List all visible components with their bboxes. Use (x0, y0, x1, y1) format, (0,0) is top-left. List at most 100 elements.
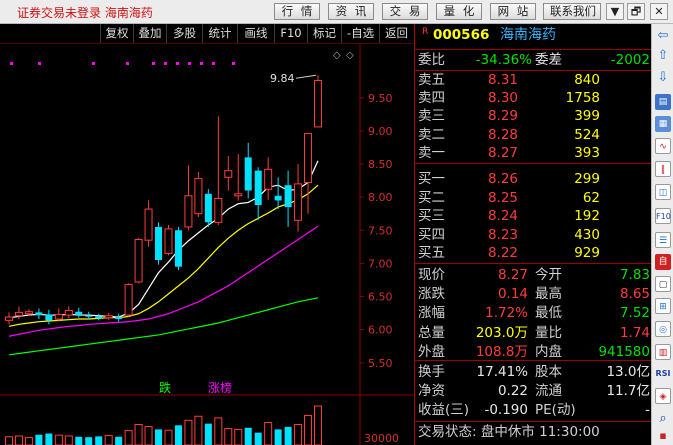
sell-price: 8.27 (487, 144, 518, 161)
up-arrow-icon[interactable]: ⇧ (655, 48, 671, 64)
menu-trade[interactable]: 交 易 (382, 3, 428, 20)
candle-body (85, 315, 93, 317)
stat-value: 7.52 (619, 305, 650, 322)
sell-level-label: 卖一 (418, 144, 445, 161)
title-bar: 证券交易未登录 海南海药 行 情 资 讯 交 易 量 化 网 站 联系我们 ▼ … (0, 0, 673, 24)
self-select-icon[interactable]: 自 (655, 254, 671, 270)
app-title: 证券交易未登录 海南海药 (17, 6, 153, 20)
close-icon[interactable]: ✕ (650, 3, 668, 20)
stat-value: 1.74 (619, 324, 650, 341)
candle-body (64, 309, 73, 316)
tab-f10[interactable]: F10 (274, 24, 307, 43)
stat-label: 涨幅 (418, 305, 445, 322)
tab-draw-line[interactable]: 画线 (237, 24, 274, 43)
stat-value: 203.0万 (475, 324, 528, 341)
magnify-icon[interactable]: ⌕ (655, 411, 671, 427)
indicator-icon[interactable]: ◈ (655, 388, 671, 404)
weibi-row: 委比 -34.36% 委差 -2002 (415, 51, 652, 69)
high-pointer (295, 74, 317, 79)
candle-body (264, 168, 273, 190)
rsi-icon[interactable]: RSI (655, 366, 671, 382)
trend-chart-icon[interactable]: ∿ (655, 138, 671, 154)
menu-quotes[interactable]: 行 情 (274, 3, 320, 20)
stat-value: 108.8万 (475, 343, 528, 360)
fundamental-row: 收益(三) -0.190 PE(动) - (415, 401, 652, 419)
sell-level-label: 卖四 (418, 90, 445, 107)
sell-level-row: 卖三 8.29 399 (415, 107, 652, 125)
sell-volume: 524 (574, 126, 600, 143)
signal-dot (232, 62, 235, 65)
volume-bar (264, 421, 273, 445)
sell-volume: 1758 (565, 90, 600, 107)
split-icon[interactable]: ◫ (655, 184, 671, 200)
buy-price: 8.22 (487, 245, 518, 262)
tab-multi-stock[interactable]: 多股 (166, 24, 202, 43)
menu-website[interactable]: 网 站 (490, 3, 536, 20)
volume-bar (254, 432, 262, 445)
grid-icon[interactable]: ⊞ (655, 298, 671, 314)
candle-body (24, 311, 33, 315)
more-icon[interactable]: ▪ (655, 428, 671, 444)
back-arrow-icon[interactable]: ⇦ (655, 28, 671, 44)
tab-restore-rights[interactable]: 复权 (100, 24, 133, 43)
signal-dot (152, 62, 155, 65)
buy-volume: 299 (574, 171, 600, 187)
volume-bar (304, 414, 313, 445)
candle-body (284, 185, 292, 208)
circle-icon[interactable]: ◎ (655, 321, 671, 337)
stat-value: -0.190 (484, 402, 528, 419)
tab-watchlist[interactable]: -自选 (341, 24, 379, 43)
candle-body (45, 314, 53, 321)
menu-contact[interactable]: 联系我们 (543, 3, 601, 20)
stat-label: 最低 (535, 305, 562, 322)
page-icon[interactable]: ▢ (655, 276, 671, 292)
minimize-icon[interactable]: ▼ (606, 3, 624, 20)
menu-news[interactable]: 资 讯 (328, 3, 374, 20)
tab-back[interactable]: 返回 (379, 24, 413, 43)
separator (415, 360, 652, 361)
weicha-label: 委差 (535, 52, 562, 68)
table-icon[interactable]: ▦ (655, 116, 671, 132)
stat-value: 7.83 (619, 267, 650, 283)
quote-panel: R 000566 海南海药 委比 -34.36% 委差 -2002 卖五 8.31… (414, 24, 652, 445)
candle-body (304, 133, 313, 184)
volume-bar (164, 429, 173, 445)
kline-chart[interactable]: 9.50 9.00 8.50 8.00 7.50 7.00 6.50 6.00 5.50 9.84… (0, 44, 413, 445)
volume-bar (314, 405, 322, 445)
diamond-icon: ◇ (346, 50, 354, 61)
stat-label: 净资 (418, 383, 445, 400)
candle-body (155, 226, 163, 261)
tab-mark[interactable]: 标记 (307, 24, 341, 43)
f10-icon[interactable]: F10 (655, 208, 671, 224)
stat-label: 流通 (535, 383, 562, 400)
volume-bar (85, 437, 93, 445)
buy-level-label: 买二 (418, 189, 445, 206)
sell-level-row: 卖一 8.27 393 (415, 144, 652, 162)
stat-label: 今开 (535, 267, 562, 283)
volume-bar (104, 435, 113, 445)
volume-bar (64, 435, 73, 445)
sell-volume: 399 (574, 108, 600, 125)
candle-body (224, 170, 233, 178)
down-arrow-icon[interactable]: ⇩ (655, 70, 671, 86)
sell-price: 8.29 (487, 108, 518, 125)
y-tick-label: 9.50 (368, 92, 393, 105)
tab-overlay[interactable]: 叠加 (133, 24, 166, 43)
menu-quant[interactable]: 量 化 (436, 3, 482, 20)
list-icon[interactable]: ☰ (655, 232, 671, 248)
bar-chart-icon[interactable]: ▥ (655, 344, 671, 360)
signal-dot (212, 62, 215, 65)
tab-statistics[interactable]: 统计 (202, 24, 237, 43)
candle-body (184, 195, 193, 228)
candle-body (174, 230, 182, 267)
sell-level-label: 卖二 (418, 126, 445, 143)
kline-icon[interactable]: ‖ (655, 161, 671, 177)
restore-icon[interactable]: 🗗 (627, 3, 645, 20)
y-tick-label: 8.00 (368, 191, 393, 204)
stat-label: 最高 (535, 286, 562, 303)
stat-label: 收益(三) (418, 402, 470, 419)
candle-body (115, 317, 123, 320)
stat-value: 11.7亿 (606, 383, 650, 400)
report-icon[interactable]: ▤ (655, 94, 671, 110)
kline-chart-area[interactable]: 9.50 9.00 8.50 8.00 7.50 7.00 6.50 6.00 5.50 9.84… (0, 44, 413, 445)
